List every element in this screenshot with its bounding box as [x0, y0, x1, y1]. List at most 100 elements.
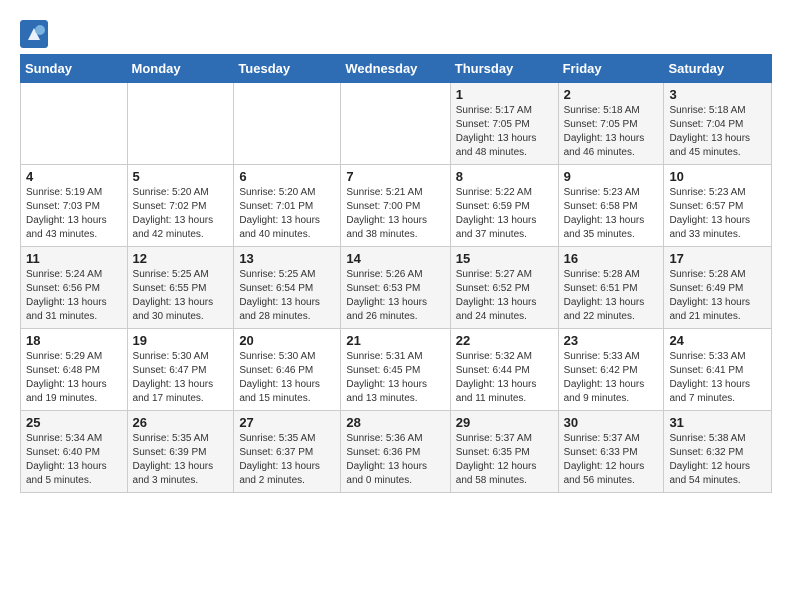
weekday-header-wednesday: Wednesday [341, 55, 450, 83]
calendar-cell-w4d2: 27 Sunrise: 5:35 AM Sunset: 6:37 PM Dayli… [234, 411, 341, 493]
day-number: 11 [26, 251, 122, 266]
calendar-cell-w3d5: 23 Sunrise: 5:33 AM Sunset: 6:42 PM Dayli… [558, 329, 664, 411]
day-info: Sunrise: 5:24 AM Sunset: 6:56 PM Dayligh… [26, 268, 122, 324]
calendar-cell-w2d6: 17 Sunrise: 5:28 AM Sunset: 6:49 PM Dayli… [664, 247, 772, 329]
logo-icon [20, 20, 48, 48]
day-info: Sunrise: 5:20 AM Sunset: 7:02 PM Dayligh… [133, 186, 229, 242]
day-number: 22 [456, 333, 553, 348]
day-number: 13 [239, 251, 335, 266]
calendar-cell-w3d0: 18Sunrise: 5:29 AM Sunset: 6:48 PM Dayli… [21, 329, 128, 411]
day-info: Sunrise: 5:34 AM Sunset: 6:40 PM Dayligh… [26, 432, 122, 488]
calendar-cell-w4d4: 29 Sunrise: 5:37 AM Sunset: 6:35 PM Dayli… [450, 411, 558, 493]
day-info: Sunrise: 5:33 AM Sunset: 6:41 PM Dayligh… [669, 350, 766, 406]
day-number: 15 [456, 251, 553, 266]
day-info: Sunrise: 5:23 AM Sunset: 6:58 PM Dayligh… [564, 186, 659, 242]
calendar-cell-w2d5: 16 Sunrise: 5:28 AM Sunset: 6:51 PM Dayli… [558, 247, 664, 329]
calendar-cell-w2d4: 15 Sunrise: 5:27 AM Sunset: 6:52 PM Dayli… [450, 247, 558, 329]
day-info: Sunrise: 5:20 AM Sunset: 7:01 PM Dayligh… [239, 186, 335, 242]
weekday-header-tuesday: Tuesday [234, 55, 341, 83]
calendar-cell-w3d6: 24 Sunrise: 5:33 AM Sunset: 6:41 PM Dayli… [664, 329, 772, 411]
day-info: Sunrise: 5:23 AM Sunset: 6:57 PM Dayligh… [669, 186, 766, 242]
day-number: 2 [564, 87, 659, 102]
calendar-cell-w2d0: 11 Sunrise: 5:24 AM Sunset: 6:56 PM Dayli… [21, 247, 128, 329]
day-info: Sunrise: 5:36 AM Sunset: 6:36 PM Dayligh… [346, 432, 444, 488]
calendar-cell-w1d0: 4 Sunrise: 5:19 AM Sunset: 7:03 PM Daylig… [21, 165, 128, 247]
day-info: Sunrise: 5:37 AM Sunset: 6:33 PM Dayligh… [564, 432, 659, 488]
calendar-cell-w0d2 [234, 83, 341, 165]
weekday-header-saturday: Saturday [664, 55, 772, 83]
day-number: 18 [26, 333, 122, 348]
calendar-cell-w0d3 [341, 83, 450, 165]
day-number: 7 [346, 169, 444, 184]
day-number: 6 [239, 169, 335, 184]
weekday-header-thursday: Thursday [450, 55, 558, 83]
calendar-cell-w4d5: 30 Sunrise: 5:37 AM Sunset: 6:33 PM Dayli… [558, 411, 664, 493]
day-number: 16 [564, 251, 659, 266]
day-info: Sunrise: 5:30 AM Sunset: 6:47 PM Dayligh… [133, 350, 229, 406]
calendar-cell-w2d1: 12Sunrise: 5:25 AM Sunset: 6:55 PM Dayli… [127, 247, 234, 329]
day-info: Sunrise: 5:26 AM Sunset: 6:53 PM Dayligh… [346, 268, 444, 324]
day-number: 31 [669, 415, 766, 430]
calendar-cell-w4d1: 26 Sunrise: 5:35 AM Sunset: 6:39 PM Dayli… [127, 411, 234, 493]
weekday-header-sunday: Sunday [21, 55, 128, 83]
day-info: Sunrise: 5:18 AM Sunset: 7:05 PM Dayligh… [564, 104, 659, 160]
calendar-cell-w1d6: 10 Sunrise: 5:23 AM Sunset: 6:57 PM Dayli… [664, 165, 772, 247]
calendar-cell-w1d5: 9 Sunrise: 5:23 AM Sunset: 6:58 PM Daylig… [558, 165, 664, 247]
day-number: 9 [564, 169, 659, 184]
calendar-cell-w1d2: 6 Sunrise: 5:20 AM Sunset: 7:01 PM Daylig… [234, 165, 341, 247]
calendar-cell-w4d3: 28 Sunrise: 5:36 AM Sunset: 6:36 PM Dayli… [341, 411, 450, 493]
day-number: 4 [26, 169, 122, 184]
day-info: Sunrise: 5:18 AM Sunset: 7:04 PM Dayligh… [669, 104, 766, 160]
day-info: Sunrise: 5:28 AM Sunset: 6:49 PM Dayligh… [669, 268, 766, 324]
day-info: Sunrise: 5:30 AM Sunset: 6:46 PM Dayligh… [239, 350, 335, 406]
day-number: 24 [669, 333, 766, 348]
logo [20, 20, 52, 48]
day-number: 23 [564, 333, 659, 348]
calendar-cell-w0d0 [21, 83, 128, 165]
day-number: 5 [133, 169, 229, 184]
day-info: Sunrise: 5:19 AM Sunset: 7:03 PM Dayligh… [26, 186, 122, 242]
day-info: Sunrise: 5:31 AM Sunset: 6:45 PM Dayligh… [346, 350, 444, 406]
day-number: 17 [669, 251, 766, 266]
day-info: Sunrise: 5:22 AM Sunset: 6:59 PM Dayligh… [456, 186, 553, 242]
calendar-cell-w0d6: 3 Sunrise: 5:18 AM Sunset: 7:04 PM Daylig… [664, 83, 772, 165]
day-info: Sunrise: 5:25 AM Sunset: 6:54 PM Dayligh… [239, 268, 335, 324]
day-number: 30 [564, 415, 659, 430]
weekday-header-monday: Monday [127, 55, 234, 83]
calendar-cell-w0d1 [127, 83, 234, 165]
calendar-cell-w1d4: 8Sunrise: 5:22 AM Sunset: 6:59 PM Daylig… [450, 165, 558, 247]
calendar-table: SundayMondayTuesdayWednesdayThursdayFrid… [20, 54, 772, 493]
day-info: Sunrise: 5:25 AM Sunset: 6:55 PM Dayligh… [133, 268, 229, 324]
calendar-cell-w2d2: 13 Sunrise: 5:25 AM Sunset: 6:54 PM Dayli… [234, 247, 341, 329]
day-number: 19 [133, 333, 229, 348]
day-number: 1 [456, 87, 553, 102]
day-info: Sunrise: 5:37 AM Sunset: 6:35 PM Dayligh… [456, 432, 553, 488]
day-number: 10 [669, 169, 766, 184]
calendar-cell-w0d4: 1Sunrise: 5:17 AM Sunset: 7:05 PM Daylig… [450, 83, 558, 165]
day-info: Sunrise: 5:35 AM Sunset: 6:39 PM Dayligh… [133, 432, 229, 488]
day-info: Sunrise: 5:33 AM Sunset: 6:42 PM Dayligh… [564, 350, 659, 406]
day-info: Sunrise: 5:21 AM Sunset: 7:00 PM Dayligh… [346, 186, 444, 242]
day-number: 29 [456, 415, 553, 430]
calendar-cell-w3d1: 19 Sunrise: 5:30 AM Sunset: 6:47 PM Dayli… [127, 329, 234, 411]
day-info: Sunrise: 5:28 AM Sunset: 6:51 PM Dayligh… [564, 268, 659, 324]
day-number: 21 [346, 333, 444, 348]
weekday-header-friday: Friday [558, 55, 664, 83]
calendar-cell-w3d2: 20 Sunrise: 5:30 AM Sunset: 6:46 PM Dayli… [234, 329, 341, 411]
calendar-cell-w2d3: 14Sunrise: 5:26 AM Sunset: 6:53 PM Dayli… [341, 247, 450, 329]
calendar-cell-w3d4: 22 Sunrise: 5:32 AM Sunset: 6:44 PM Dayli… [450, 329, 558, 411]
day-info: Sunrise: 5:32 AM Sunset: 6:44 PM Dayligh… [456, 350, 553, 406]
calendar-cell-w1d1: 5 Sunrise: 5:20 AM Sunset: 7:02 PM Daylig… [127, 165, 234, 247]
day-number: 28 [346, 415, 444, 430]
day-number: 20 [239, 333, 335, 348]
day-info: Sunrise: 5:27 AM Sunset: 6:52 PM Dayligh… [456, 268, 553, 324]
day-info: Sunrise: 5:38 AM Sunset: 6:32 PM Dayligh… [669, 432, 766, 488]
calendar-cell-w0d5: 2 Sunrise: 5:18 AM Sunset: 7:05 PM Daylig… [558, 83, 664, 165]
calendar-cell-w3d3: 21 Sunrise: 5:31 AM Sunset: 6:45 PM Dayli… [341, 329, 450, 411]
day-number: 27 [239, 415, 335, 430]
day-number: 3 [669, 87, 766, 102]
day-info: Sunrise: 5:35 AM Sunset: 6:37 PM Dayligh… [239, 432, 335, 488]
day-number: 26 [133, 415, 229, 430]
calendar-cell-w4d0: 25 Sunrise: 5:34 AM Sunset: 6:40 PM Dayli… [21, 411, 128, 493]
day-number: 25 [26, 415, 122, 430]
